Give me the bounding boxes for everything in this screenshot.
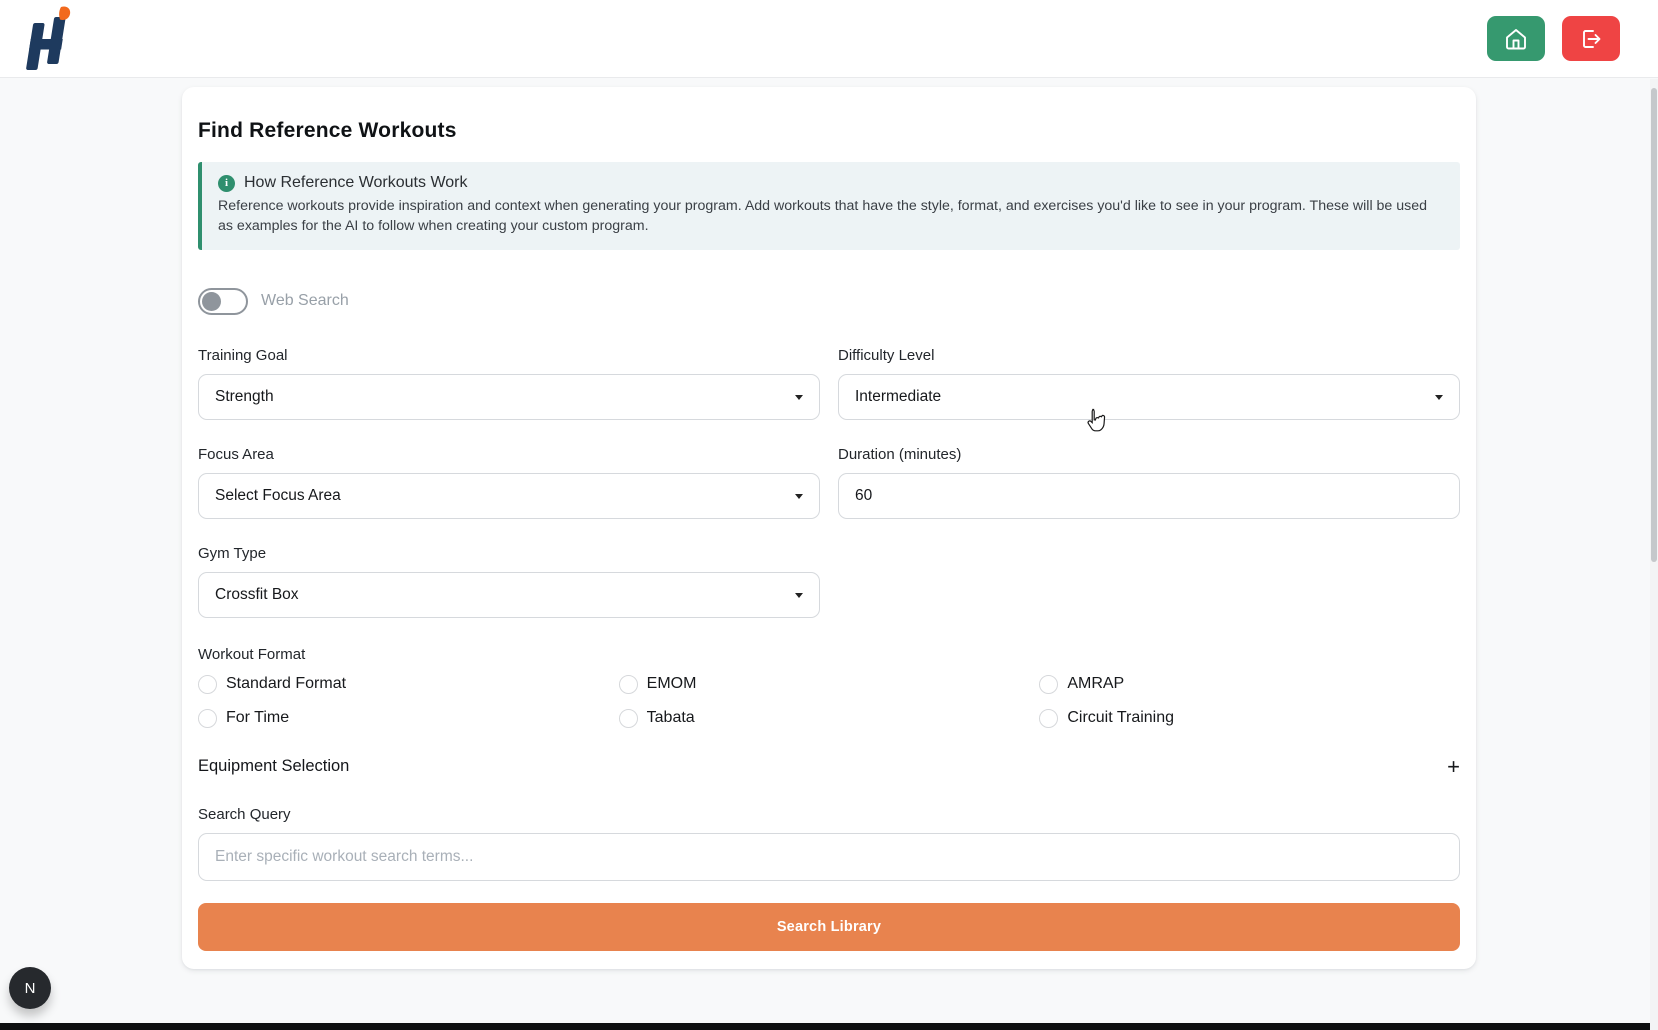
duration-input[interactable] [838, 473, 1460, 519]
equipment-section-label: Equipment Selection [198, 757, 349, 776]
home-icon [1504, 27, 1528, 51]
bottom-bar [0, 1023, 1650, 1030]
radio-icon [198, 709, 217, 728]
app-logo-icon[interactable] [18, 6, 72, 74]
gym-type-label: Gym Type [198, 545, 820, 562]
radio-icon [1039, 709, 1058, 728]
page-title: Find Reference Workouts [198, 119, 1460, 143]
radio-label: Circuit Training [1067, 709, 1174, 727]
gym-type-select[interactable]: Crossfit Box [198, 572, 820, 618]
focus-area-label: Focus Area [198, 446, 820, 463]
radio-label: Tabata [647, 709, 695, 727]
chevron-down-icon [795, 494, 803, 499]
scrollbar-track[interactable] [1650, 79, 1658, 1030]
info-icon: i [218, 175, 235, 192]
scrollbar-thumb[interactable] [1651, 88, 1657, 562]
difficulty-level-field: Difficulty Level Intermediate [838, 347, 1460, 420]
chevron-down-icon [795, 395, 803, 400]
training-goal-value: Strength [215, 388, 274, 406]
radio-for-time[interactable]: For Time [198, 709, 619, 728]
home-button[interactable] [1487, 16, 1545, 61]
search-library-button[interactable]: Search Library [198, 903, 1460, 951]
training-goal-field: Training Goal Strength [198, 347, 820, 420]
filters-grid: Training Goal Strength Difficulty Level … [198, 347, 1460, 618]
duration-label: Duration (minutes) [838, 446, 1460, 463]
workout-format-label: Workout Format [198, 646, 1460, 663]
app-header [0, 0, 1658, 78]
chevron-down-icon [1435, 395, 1443, 400]
radio-label: For Time [226, 709, 289, 727]
web-search-label: Web Search [261, 292, 349, 310]
focus-area-value: Select Focus Area [215, 487, 341, 505]
duration-field: Duration (minutes) [838, 446, 1460, 519]
logout-icon [1579, 27, 1603, 51]
gym-type-value: Crossfit Box [215, 586, 299, 604]
info-heading: How Reference Workouts Work [244, 174, 467, 192]
training-goal-label: Training Goal [198, 347, 820, 364]
gym-type-field: Gym Type Crossfit Box [198, 545, 820, 618]
radio-emom[interactable]: EMOM [619, 675, 1040, 694]
difficulty-level-label: Difficulty Level [838, 347, 1460, 364]
search-query-input[interactable] [198, 833, 1460, 881]
equipment-section-header: Equipment Selection + [198, 756, 1460, 778]
radio-label: EMOM [647, 675, 697, 693]
training-goal-select[interactable]: Strength [198, 374, 820, 420]
radio-circuit-training[interactable]: Circuit Training [1039, 709, 1460, 728]
web-search-toggle[interactable] [198, 288, 248, 315]
find-workouts-card: Find Reference Workouts i How Reference … [182, 87, 1476, 969]
info-box: i How Reference Workouts Work Reference … [198, 162, 1460, 250]
difficulty-level-select[interactable]: Intermediate [838, 374, 1460, 420]
radio-tabata[interactable]: Tabata [619, 709, 1040, 728]
radio-label: Standard Format [226, 675, 346, 693]
web-search-row: Web Search [198, 288, 1460, 315]
user-avatar[interactable]: N [9, 967, 51, 1009]
radio-standard-format[interactable]: Standard Format [198, 675, 619, 694]
radio-icon [1039, 675, 1058, 694]
focus-area-select[interactable]: Select Focus Area [198, 473, 820, 519]
focus-area-field: Focus Area Select Focus Area [198, 446, 820, 519]
workout-format-group: Standard Format EMOM AMRAP For Time Taba… [198, 675, 1460, 728]
info-body: Reference workouts provide inspiration a… [218, 197, 1444, 237]
search-query-label: Search Query [198, 806, 1460, 823]
radio-icon [619, 675, 638, 694]
radio-amrap[interactable]: AMRAP [1039, 675, 1460, 694]
equipment-expand-button[interactable]: + [1447, 756, 1460, 778]
radio-label: AMRAP [1067, 675, 1124, 693]
chevron-down-icon [795, 593, 803, 598]
logout-button[interactable] [1562, 16, 1620, 61]
radio-icon [619, 709, 638, 728]
radio-icon [198, 675, 217, 694]
toggle-knob-icon [202, 292, 221, 311]
difficulty-level-value: Intermediate [855, 388, 941, 406]
